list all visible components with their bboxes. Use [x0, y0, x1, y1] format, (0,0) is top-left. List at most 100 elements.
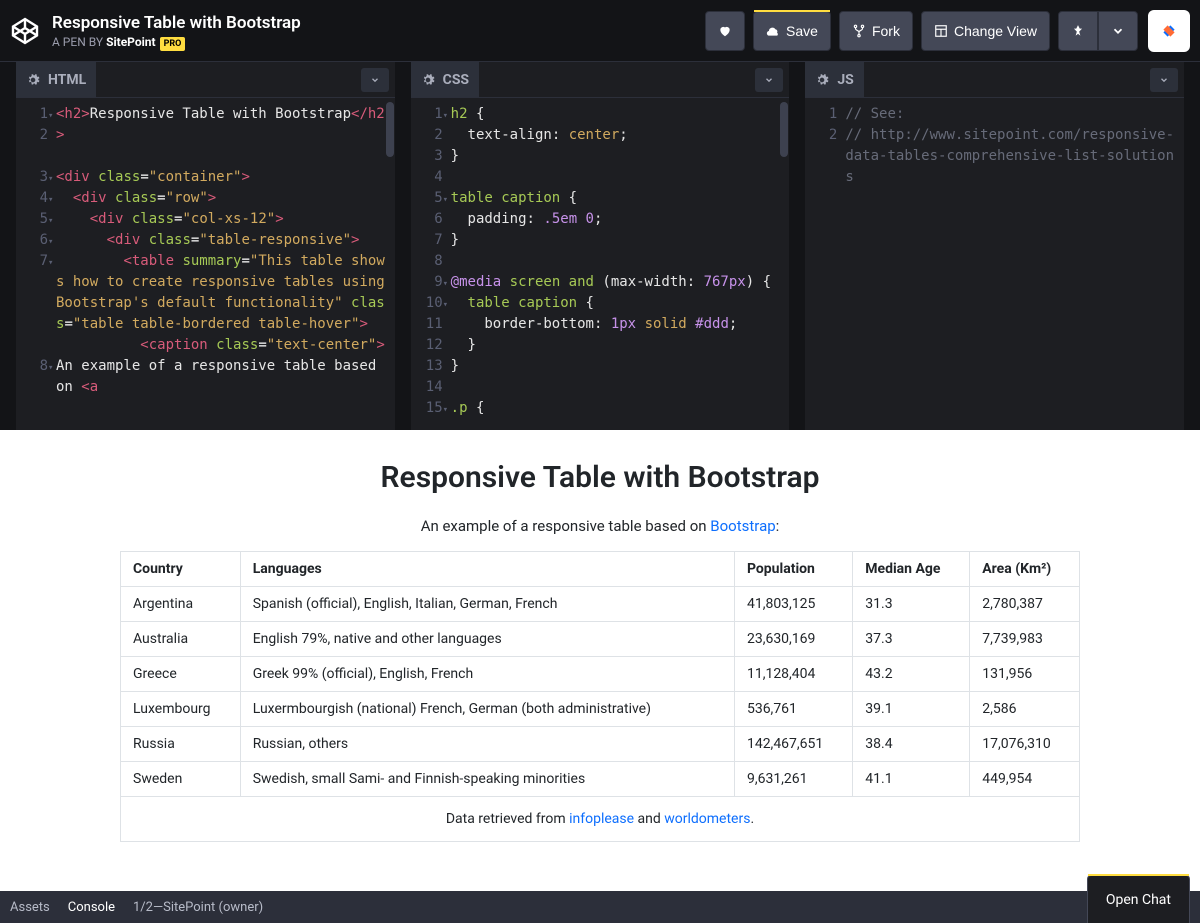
table-cell: Greece — [121, 657, 241, 692]
collab-status: 1/2—SitePoint (owner) — [133, 900, 263, 915]
gear-icon[interactable] — [421, 73, 435, 87]
console-button[interactable]: Console — [68, 900, 115, 915]
save-button[interactable]: Save — [753, 11, 831, 51]
js-label: JS — [837, 72, 853, 88]
table-cell: 11,128,404 — [734, 657, 852, 692]
table-header: Population — [734, 552, 852, 587]
layout-icon — [934, 24, 948, 38]
table-cell: 43.2 — [853, 657, 970, 692]
app-header: Responsive Table with Bootstrap A PEN BY… — [0, 0, 1200, 62]
assets-button[interactable]: Assets — [10, 900, 50, 915]
sitepoint-icon — [1155, 17, 1183, 45]
table-header: Languages — [240, 552, 734, 587]
table-cell: Luxermbourgish (national) French, German… — [240, 692, 734, 727]
css-editor[interactable]: 1▾234 5▾678 9▾10▾1112131415▾ h2 { text-a… — [411, 98, 790, 430]
table-cell: Australia — [121, 622, 241, 657]
preview-pane: Responsive Table with Bootstrap An examp… — [0, 430, 1200, 891]
html-panel: HTML 1▾ 2 3▾ 4▾ 5▾ 6▾ 7▾ 8▾ <h2>Responsi… — [16, 62, 395, 430]
table-cell: 9,631,261 — [734, 762, 852, 797]
pin-icon — [1071, 24, 1085, 38]
open-chat-button[interactable]: Open Chat — [1087, 875, 1190, 923]
pin-dropdown-button[interactable] — [1098, 11, 1138, 51]
pen-subtitle: A PEN BY SitePointPRO — [52, 35, 697, 49]
chevron-down-icon — [1111, 24, 1125, 38]
change-view-button[interactable]: Change View — [921, 11, 1050, 51]
table-cell: Spanish (official), English, Italian, Ge… — [240, 587, 734, 622]
data-table: CountryLanguagesPopulationMedian AgeArea… — [120, 551, 1080, 797]
table-cell: 2,586 — [970, 692, 1080, 727]
table-caption: An example of a responsive table based o… — [120, 517, 1080, 535]
table-header: Area (Km²) — [970, 552, 1080, 587]
css-collapse-button[interactable] — [755, 68, 783, 92]
table-row: RussiaRussian, others142,467,65138.417,0… — [121, 727, 1080, 762]
cloud-icon — [766, 24, 780, 38]
table-cell: 449,954 — [970, 762, 1080, 797]
codepen-logo-icon — [10, 16, 40, 46]
table-cell: 17,076,310 — [970, 727, 1080, 762]
gear-icon[interactable] — [26, 73, 40, 87]
table-cell: Sweden — [121, 762, 241, 797]
bootstrap-link[interactable]: Bootstrap — [710, 517, 775, 535]
html-scrollbar[interactable] — [386, 102, 394, 157]
preview-heading: Responsive Table with Bootstrap — [120, 460, 1080, 495]
fork-button[interactable]: Fork — [839, 11, 913, 51]
js-panel-header: JS — [805, 62, 1184, 98]
table-cell: Russian, others — [240, 727, 734, 762]
chevron-down-icon — [1159, 75, 1169, 85]
table-row: ArgentinaSpanish (official), English, It… — [121, 587, 1080, 622]
css-panel: CSS 1▾234 5▾678 9▾10▾1112131415▾ h2 { te… — [411, 62, 790, 430]
heart-button[interactable] — [705, 11, 745, 51]
table-cell: 2,780,387 — [970, 587, 1080, 622]
table-row: SwedenSwedish, small Sami- and Finnish-s… — [121, 762, 1080, 797]
chevron-down-icon — [370, 75, 380, 85]
table-cell: Luxembourg — [121, 692, 241, 727]
table-cell: 142,467,651 — [734, 727, 852, 762]
table-row: AustraliaEnglish 79%, native and other l… — [121, 622, 1080, 657]
gear-icon[interactable] — [815, 73, 829, 87]
html-gutter: 1▾ 2 3▾ 4▾ 5▾ 6▾ 7▾ 8▾ — [16, 104, 56, 424]
html-editor[interactable]: 1▾ 2 3▾ 4▾ 5▾ 6▾ 7▾ 8▾ <h2>Responsive Ta… — [16, 98, 395, 430]
html-label: HTML — [48, 72, 86, 88]
heart-icon — [718, 24, 732, 38]
table-cell: Russia — [121, 727, 241, 762]
css-gutter: 1▾234 5▾678 9▾10▾1112131415▾ — [411, 104, 451, 424]
table-cell: English 79%, native and other languages — [240, 622, 734, 657]
table-cell: 31.3 — [853, 587, 970, 622]
table-header: Median Age — [853, 552, 970, 587]
title-block: Responsive Table with Bootstrap A PEN BY… — [52, 13, 697, 49]
js-editor[interactable]: 12 // See: // http://www.sitepoint.com/r… — [805, 98, 1184, 430]
pin-button[interactable] — [1058, 11, 1098, 51]
css-panel-header: CSS — [411, 62, 790, 98]
fork-icon — [852, 24, 866, 38]
sitepoint-badge[interactable] — [1148, 10, 1190, 52]
html-code-body[interactable]: <h2>Responsive Table with Bootstrap</h2>… — [56, 104, 395, 424]
table-row: LuxembourgLuxermbourgish (national) Fren… — [121, 692, 1080, 727]
table-cell: 536,761 — [734, 692, 852, 727]
table-cell: 131,956 — [970, 657, 1080, 692]
table-row: GreeceGreek 99% (official), English, Fre… — [121, 657, 1080, 692]
js-code-body[interactable]: // See: // http://www.sitepoint.com/resp… — [845, 104, 1184, 424]
worldometers-link[interactable]: worldometers — [664, 811, 750, 827]
table-cell: Argentina — [121, 587, 241, 622]
css-label: CSS — [443, 72, 469, 88]
css-scrollbar[interactable] — [780, 102, 788, 157]
html-collapse-button[interactable] — [361, 68, 389, 92]
author-link[interactable]: SitePoint — [106, 35, 156, 49]
pro-badge: PRO — [160, 37, 186, 51]
table-cell: 41.1 — [853, 762, 970, 797]
table-cell: 38.4 — [853, 727, 970, 762]
pin-button-group — [1058, 11, 1138, 51]
editor-panels: HTML 1▾ 2 3▾ 4▾ 5▾ 6▾ 7▾ 8▾ <h2>Responsi… — [0, 62, 1200, 430]
table-cell: 23,630,169 — [734, 622, 852, 657]
table-cell: 39.1 — [853, 692, 970, 727]
table-header: Country — [121, 552, 241, 587]
infoplease-link[interactable]: infoplease — [569, 811, 634, 827]
css-code-body[interactable]: h2 { text-align: center; } table caption… — [451, 104, 790, 424]
chevron-down-icon — [764, 75, 774, 85]
pen-title: Responsive Table with Bootstrap — [52, 13, 697, 33]
table-footer: Data retrieved from infoplease and world… — [120, 797, 1080, 842]
table-cell: Greek 99% (official), English, French — [240, 657, 734, 692]
js-collapse-button[interactable] — [1150, 68, 1178, 92]
table-cell: 37.3 — [853, 622, 970, 657]
js-panel: JS 12 // See: // http://www.sitepoint.co… — [805, 62, 1184, 430]
